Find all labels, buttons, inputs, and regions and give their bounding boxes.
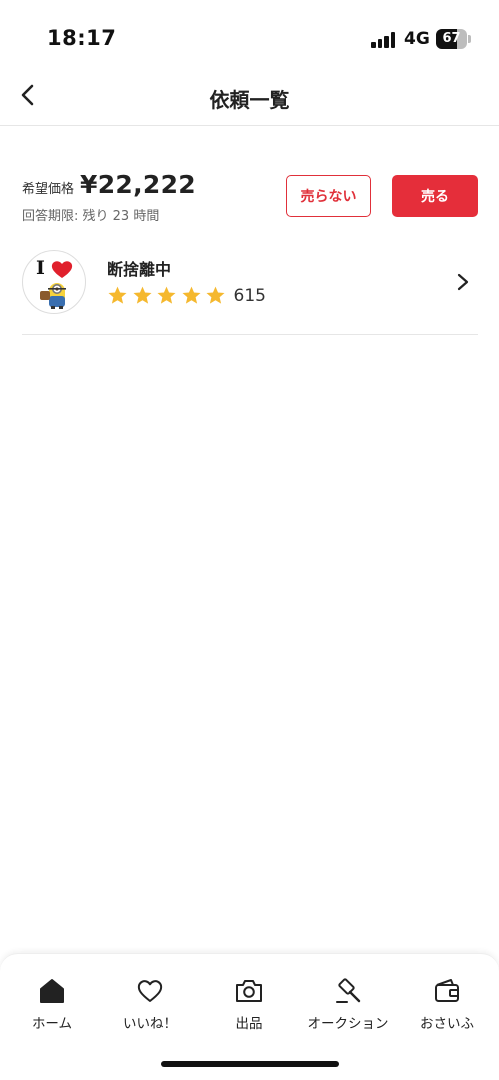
- sell-button[interactable]: 売る: [392, 175, 478, 217]
- star-icon: [181, 286, 201, 304]
- status-time: 18:17: [47, 26, 117, 50]
- price-label: 希望価格: [22, 182, 75, 197]
- price-row: 希望価格 ¥22,222: [22, 170, 196, 199]
- tab-sell[interactable]: 出品: [199, 976, 299, 1032]
- decline-button[interactable]: 売らない: [286, 175, 371, 217]
- gavel-icon: [336, 978, 361, 1003]
- tab-auction[interactable]: オークション: [298, 976, 398, 1032]
- avatar: I: [22, 250, 86, 314]
- tab-label: いいね！: [123, 1016, 177, 1032]
- tab-likes[interactable]: いいね！: [100, 976, 200, 1032]
- nav-header: 依頼一覧: [0, 72, 499, 126]
- home-indicator: [161, 1061, 339, 1067]
- seller-name: 断捨離中: [107, 260, 172, 279]
- tab-wallet[interactable]: おさいふ: [397, 976, 497, 1032]
- tab-home[interactable]: ホーム: [2, 976, 102, 1032]
- chevron-right-icon: [457, 273, 469, 291]
- battery-level: 67: [442, 31, 461, 46]
- battery-icon: 67: [436, 29, 471, 49]
- star-icon: [157, 286, 176, 304]
- status-bar: 18:17 4G 67: [0, 0, 499, 72]
- heart-outline-icon: [137, 980, 163, 1002]
- deadline-text: 回答期限: 残り 23 時間: [22, 209, 160, 224]
- page-title: 依頼一覧: [209, 88, 290, 112]
- star-icon: [108, 286, 127, 304]
- avatar-letter: I: [36, 257, 45, 279]
- star-icon: [206, 286, 225, 304]
- heart-icon: [51, 261, 73, 278]
- seller-row[interactable]: I 断捨離中 615: [22, 237, 478, 335]
- price-value: ¥22,222: [80, 170, 196, 199]
- tab-label: おさいふ: [420, 1016, 474, 1032]
- tab-label: オークション: [307, 1016, 389, 1032]
- signal-icon: [371, 31, 399, 48]
- wallet-icon: [435, 979, 459, 1002]
- network-type: 4G: [404, 29, 430, 49]
- rating-count: 615: [233, 285, 266, 306]
- camera-icon: [236, 980, 262, 1002]
- tab-label: ホーム: [31, 1016, 73, 1032]
- star-icon: [132, 286, 152, 304]
- home-icon: [40, 979, 64, 1003]
- tab-label: 出品: [235, 1016, 263, 1032]
- rating: 615: [107, 285, 266, 306]
